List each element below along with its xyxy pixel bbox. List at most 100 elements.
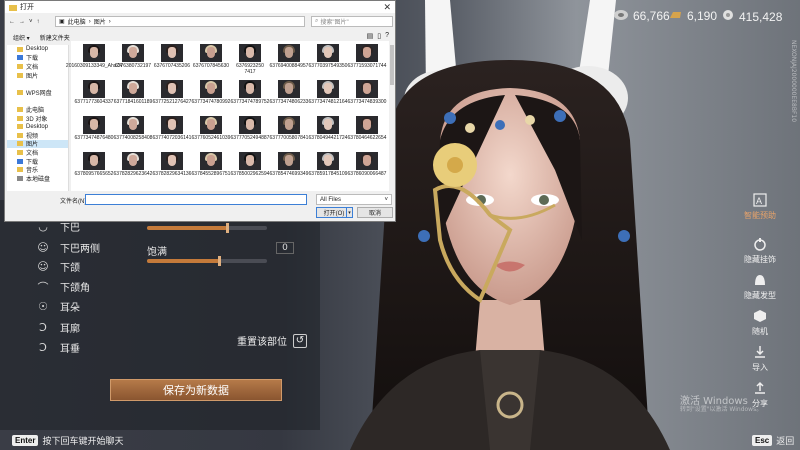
ai-assist-button[interactable]: A 智能预助	[738, 192, 782, 221]
file-thumbnail[interactable]: 63773474806233	[270, 80, 308, 105]
file-thumbnail[interactable]: 63784552896751	[192, 152, 230, 177]
file-thumbnail[interactable]: 63776052461039	[192, 116, 230, 141]
file-name: 63782829623642	[113, 171, 153, 177]
breadcrumb-pictures[interactable]: 图片	[94, 17, 106, 26]
nav-item[interactable]: WPS网盘	[7, 88, 68, 97]
preview-pane-icon[interactable]: ▯	[377, 32, 381, 40]
nav-item[interactable]: 音乐	[7, 165, 68, 174]
back-arrow-icon[interactable]: ←	[9, 19, 15, 25]
file-thumbnail[interactable]: 63773474812164	[309, 80, 347, 105]
image-preview	[161, 152, 183, 170]
slider-fill	[147, 226, 228, 230]
filename-input[interactable]	[85, 194, 307, 205]
editor-row-jaw-angle[interactable]: ⌒ 下颌角	[34, 279, 91, 295]
file-name: 63773474789752	[230, 99, 270, 105]
slider-1[interactable]	[147, 223, 267, 233]
slider-2[interactable]	[147, 256, 267, 266]
file-thumbnail[interactable]: 63782829634136	[153, 152, 191, 177]
dropdown-icon[interactable]: ˅	[29, 19, 33, 25]
save-new-data-button[interactable]: 保存为新数据	[110, 379, 282, 401]
desktop-folder-icon	[17, 46, 23, 52]
jaw-icon: ☺	[37, 260, 49, 273]
nav-item[interactable]: 图片	[7, 71, 68, 80]
file-thumbnail[interactable]: 63773474780992	[192, 80, 230, 105]
view-mode-icon[interactable]: ▤	[367, 32, 374, 40]
slider-thumb[interactable]	[218, 256, 221, 266]
file-thumbnail[interactable]: 6376380732197	[114, 44, 152, 69]
file-thumbnail[interactable]: 63769400884957	[270, 44, 308, 69]
file-thumbnail[interactable]: 63780957665652	[75, 152, 113, 177]
slider-2-number[interactable]: 0	[276, 242, 294, 254]
file-thumbnail[interactable]: 63770397549350	[309, 44, 347, 69]
file-name: 63770397549350	[308, 63, 348, 69]
search-input[interactable]: ⌕ 搜索"图片"	[311, 16, 393, 27]
open-dropdown-button[interactable]: ▾	[346, 207, 353, 218]
nav-item[interactable]: 文档	[7, 148, 68, 157]
nav-item[interactable]: 视频	[7, 131, 68, 140]
editor-row-jaw[interactable]: ☺ 下颌	[34, 259, 80, 274]
file-thumbnail[interactable]: 63771773604337	[75, 80, 113, 105]
file-thumbnail[interactable]: 6376923250 7417	[231, 44, 269, 75]
nav-item[interactable]: Desktop	[7, 45, 68, 54]
reset-part-button[interactable]: 重置该部位 ↺	[237, 333, 307, 348]
file-thumbnail[interactable]: 6376707435206	[153, 44, 191, 69]
file-name: 6376707845630	[192, 63, 230, 69]
organize-button[interactable]: 组织 ▾	[13, 33, 30, 42]
toolbar-label: 随机	[752, 327, 768, 336]
dialog-titlebar[interactable]: 打开 ✕	[5, 1, 395, 13]
nav-item[interactable]: 本地磁盘	[7, 174, 68, 183]
hide-hairstyle-button[interactable]: 隐藏发型	[738, 272, 782, 301]
chat-hint: Enter 按下回车键开始聊天	[12, 434, 123, 447]
random-button[interactable]: 随机	[738, 308, 782, 337]
close-icon[interactable]: ✕	[383, 2, 391, 13]
editor-row-auricle[interactable]: Ͻ 耳廓	[34, 320, 80, 335]
help-icon[interactable]: ?	[385, 32, 389, 40]
file-thumbnail[interactable]: 63774008258408	[114, 116, 152, 141]
file-thumbnail[interactable]: 63773474876480	[75, 116, 113, 141]
slider-thumb[interactable]	[226, 223, 230, 233]
scroll-thumb[interactable]	[390, 45, 394, 85]
preview-face	[129, 119, 137, 130]
editor-row-chin-sides[interactable]: ☺ 下巴两侧	[34, 240, 100, 255]
file-thumbnail[interactable]: 63782829623642	[114, 152, 152, 177]
editor-row-earlobe[interactable]: Ͻ 耳垂	[34, 340, 80, 355]
file-thumbnail[interactable]: 63780464622654	[348, 116, 386, 141]
back-hint[interactable]: Esc 返回	[752, 434, 794, 447]
nav-item[interactable]: 下载	[7, 157, 68, 166]
preview-face	[363, 119, 371, 130]
nav-item[interactable]: 3D 对象	[7, 114, 68, 123]
file-thumbnail[interactable]: 63785917845109	[309, 152, 347, 177]
breadcrumb-this-pc[interactable]: 此电脑	[68, 17, 86, 26]
cancel-button[interactable]: 取消	[357, 207, 393, 218]
forward-arrow-icon[interactable]: →	[19, 19, 25, 25]
file-thumbnail[interactable]: 63785002962594	[231, 152, 269, 177]
file-thumbnail[interactable]: 63773474839300	[348, 80, 386, 105]
file-thumbnail[interactable]: 63774072036141	[153, 116, 191, 141]
address-bar[interactable]: ▣ 此电脑 › 图片 ›	[55, 16, 305, 27]
nav-item[interactable]: Desktop	[7, 122, 68, 131]
file-thumbnail[interactable]: 6376707845630	[192, 44, 230, 69]
file-thumbnail[interactable]: 63777005807841	[270, 116, 308, 141]
editor-row-ear[interactable]: ☉ 耳朵	[34, 299, 80, 314]
hide-accessory-button[interactable]: 隐藏挂饰	[738, 236, 782, 265]
nav-item[interactable]: 下载	[7, 54, 68, 62]
image-preview	[278, 152, 300, 170]
up-arrow-icon[interactable]: ↑	[37, 19, 40, 25]
file-thumbnail[interactable]: 63780494421724	[309, 116, 347, 141]
nav-item[interactable]: 此电脑	[7, 105, 68, 114]
file-thumbnail[interactable]: 63773474789752	[231, 80, 269, 105]
import-button[interactable]: 导入	[738, 344, 782, 373]
filetype-select[interactable]: All Files ˅	[316, 194, 392, 205]
nav-item[interactable]: 文档	[7, 62, 68, 71]
file-thumbnail[interactable]: 63772521276427	[153, 80, 191, 105]
file-thumbnail[interactable]: 63785474699349	[270, 152, 308, 177]
new-folder-button[interactable]: 新建文件夹	[40, 33, 70, 42]
file-name: 63780464622654	[347, 135, 387, 141]
file-thumbnail[interactable]: 63786090066487	[348, 152, 386, 177]
file-thumbnail[interactable]: 63777052494887	[231, 116, 269, 141]
nav-item[interactable]: 图片	[7, 139, 68, 148]
file-list-scrollbar[interactable]	[389, 41, 395, 191]
file-thumbnail[interactable]: 63771841601189	[114, 80, 152, 105]
file-thumbnail[interactable]: 63771593071744	[348, 44, 386, 69]
file-thumbnail[interactable]: 20160309133349_AhsZ4	[66, 44, 122, 69]
